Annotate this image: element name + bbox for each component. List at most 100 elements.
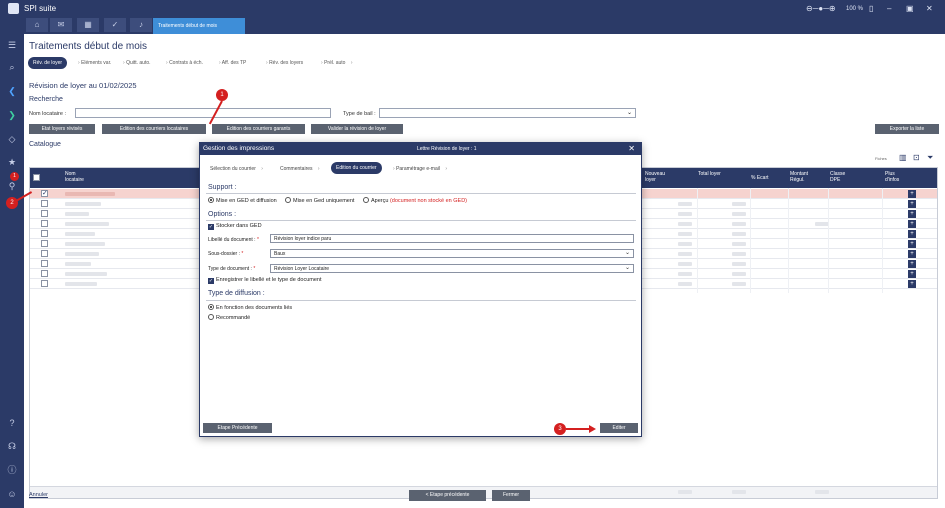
row-checkbox[interactable] [41,240,48,247]
mstep-email[interactable]: › Paramétrage e-mail › [389,166,447,172]
user-icon[interactable]: ☺ [4,488,20,500]
row-checkbox[interactable] [41,250,48,257]
plus-icon[interactable]: + [908,240,916,248]
zoom-slider-icon[interactable]: ⊖─●─⊕ [806,4,836,13]
radio-icon[interactable] [363,197,369,203]
editer-button[interactable]: Editer [600,423,638,433]
menu-icon[interactable]: ☰ [4,39,20,51]
home-icon[interactable]: ⌂ [26,18,48,32]
enregistrer-checkbox[interactable]: ✓ Enregistrer le libellé et le type de do… [208,277,321,284]
row-checkbox[interactable] [41,210,48,217]
support-icon[interactable]: ☊ [4,440,20,452]
col-ecart[interactable]: % Ecart [751,175,769,181]
exporter-button[interactable]: Exporter la liste [875,124,939,134]
back-chevron-icon[interactable]: ❮ [4,85,20,97]
sous-dossier-select[interactable]: Baux ⌄ [270,249,634,258]
diffusion-recommande[interactable]: Recommandé [208,314,250,321]
plus-icon[interactable]: + [908,190,916,198]
check-icon[interactable]: ✓ [104,18,126,32]
tasks-icon[interactable]: ⚲ [4,180,20,192]
checkbox-icon[interactable]: ✓ [208,278,214,284]
nom-input[interactable] [75,108,331,118]
mstep-commentaires[interactable]: Commentaires › [280,166,320,172]
stocker-ged-checkbox[interactable]: ✓ Stocker dans GED [208,223,262,230]
select-all-checkbox[interactable] [33,174,40,181]
star-icon[interactable]: ★ [4,156,20,168]
radio-icon[interactable] [208,304,214,310]
nom-label: Nom locataire : [29,111,66,117]
step-rev-loyers[interactable]: › Rév. des loyers [262,60,303,66]
courriers-locataires-button[interactable]: Edition des courriers locataires [102,124,206,134]
plus-icon[interactable]: + [908,230,916,238]
search-icon[interactable]: ⌕ [4,61,20,73]
fermer-button[interactable]: Fermer [492,490,530,501]
radio-icon[interactable] [208,314,214,320]
left-sidebar: ☰ ⌕ ❮ ❯ ◇ ★ ⚲ ? ☊ ⓘ ☺ [0,34,24,508]
forward-chevron-icon[interactable]: ❯ [4,109,20,121]
type-bail-select[interactable]: ⌄ [379,108,636,118]
step-aff-tp[interactable]: › Aff. des TP [215,60,246,66]
mstep-edition[interactable]: Edition du courrier [331,162,382,174]
col-total[interactable]: Total loyer [698,171,722,177]
chevron-down-icon: ⌄ [624,265,630,271]
filter-icon[interactable]: ⏷ [927,153,933,163]
support-ged-diffusion[interactable]: Mise en GED et diffusion [208,197,277,204]
plus-icon[interactable]: + [908,210,916,218]
checkbox-icon[interactable]: ✓ [208,224,214,230]
step-elements-var[interactable]: › Eléments var. [74,60,111,66]
col-nouveau[interactable]: Nouveau loyer [645,171,669,183]
row-checkbox[interactable] [41,230,48,237]
plus-icon[interactable]: + [908,220,916,228]
libelle-input[interactable]: Révision loyer indice paru [270,234,634,243]
row-checkbox[interactable] [41,220,48,227]
etape-precedente-button[interactable]: < Etape précédente [409,490,486,501]
bell-icon[interactable]: ♪ [130,18,152,32]
code-icon[interactable]: ◇ [4,133,20,145]
options-title: Options : [208,211,237,218]
support-apercu[interactable]: Aperçu (document non stocké en GED) [363,197,467,204]
annuler-link[interactable]: Annuler [29,492,48,498]
courriers-garants-button[interactable]: Edition des courriers garants [212,124,305,134]
row-checkbox[interactable] [41,200,48,207]
close-icon[interactable]: ✕ [628,144,635,153]
row-checkbox[interactable] [41,270,48,277]
type-doc-select[interactable]: Révision Loyer Locataire ⌄ [270,264,634,273]
tab-traitements[interactable]: Traitements début de mois [153,18,245,34]
dialog-subtitle: Lettre Révision de loyer : 1 [417,146,477,152]
col-plus[interactable]: Plus d'infos [885,171,907,183]
plus-icon[interactable]: + [908,270,916,278]
step-rev-loyer[interactable]: Rév. de loyer [28,57,68,69]
row-checkbox[interactable] [41,260,48,267]
help-icon[interactable]: ? [4,417,20,429]
mail-icon[interactable]: ✉ [50,18,72,32]
calendar-icon[interactable]: ▦ [77,18,99,32]
plus-icon[interactable]: + [908,200,916,208]
radio-icon[interactable] [285,197,291,203]
support-ged-uniquement[interactable]: Mise en Ged uniquement [285,197,354,204]
row-checkbox[interactable]: ✓ [41,190,48,197]
valider-button[interactable]: Valider la révision de loyer [311,124,403,134]
step-contrats[interactable]: › Contrats à éch. [162,60,203,66]
step-prel-auto[interactable]: › Prél. auto › [317,60,353,66]
col-nom[interactable]: Nom locataire [65,171,95,183]
etape-precedente-dialog-button[interactable]: Etape Précédente [203,423,272,433]
type-doc-label: Type de document : * [208,266,256,272]
info-icon[interactable]: ⓘ [4,464,20,476]
document-icon[interactable]: ▯ [869,4,873,13]
step-quitt-auto[interactable]: › Quitt. auto. [119,60,151,66]
plus-icon[interactable]: + [908,260,916,268]
radio-icon[interactable] [208,197,214,203]
row-checkbox[interactable] [41,280,48,287]
close-window-icon[interactable]: ✕ [926,4,933,13]
plus-icon[interactable]: + [908,280,916,288]
diffusion-documents-lies[interactable]: En fonction des documents liés [208,304,292,311]
col-montant[interactable]: Montant Régul. [790,171,820,183]
columns-icon[interactable]: ▥ [899,153,907,162]
etat-button[interactable]: Etat loyers révisés [29,124,95,134]
restore-icon[interactable]: ▣ [906,4,914,13]
mstep-selection[interactable]: Sélection du courrier › [210,166,263,172]
minimize-icon[interactable]: – [887,4,891,13]
plus-icon[interactable]: + [908,250,916,258]
export-grid-icon[interactable]: ⊡ [913,153,920,162]
col-classe[interactable]: Classe DPE [830,171,854,183]
